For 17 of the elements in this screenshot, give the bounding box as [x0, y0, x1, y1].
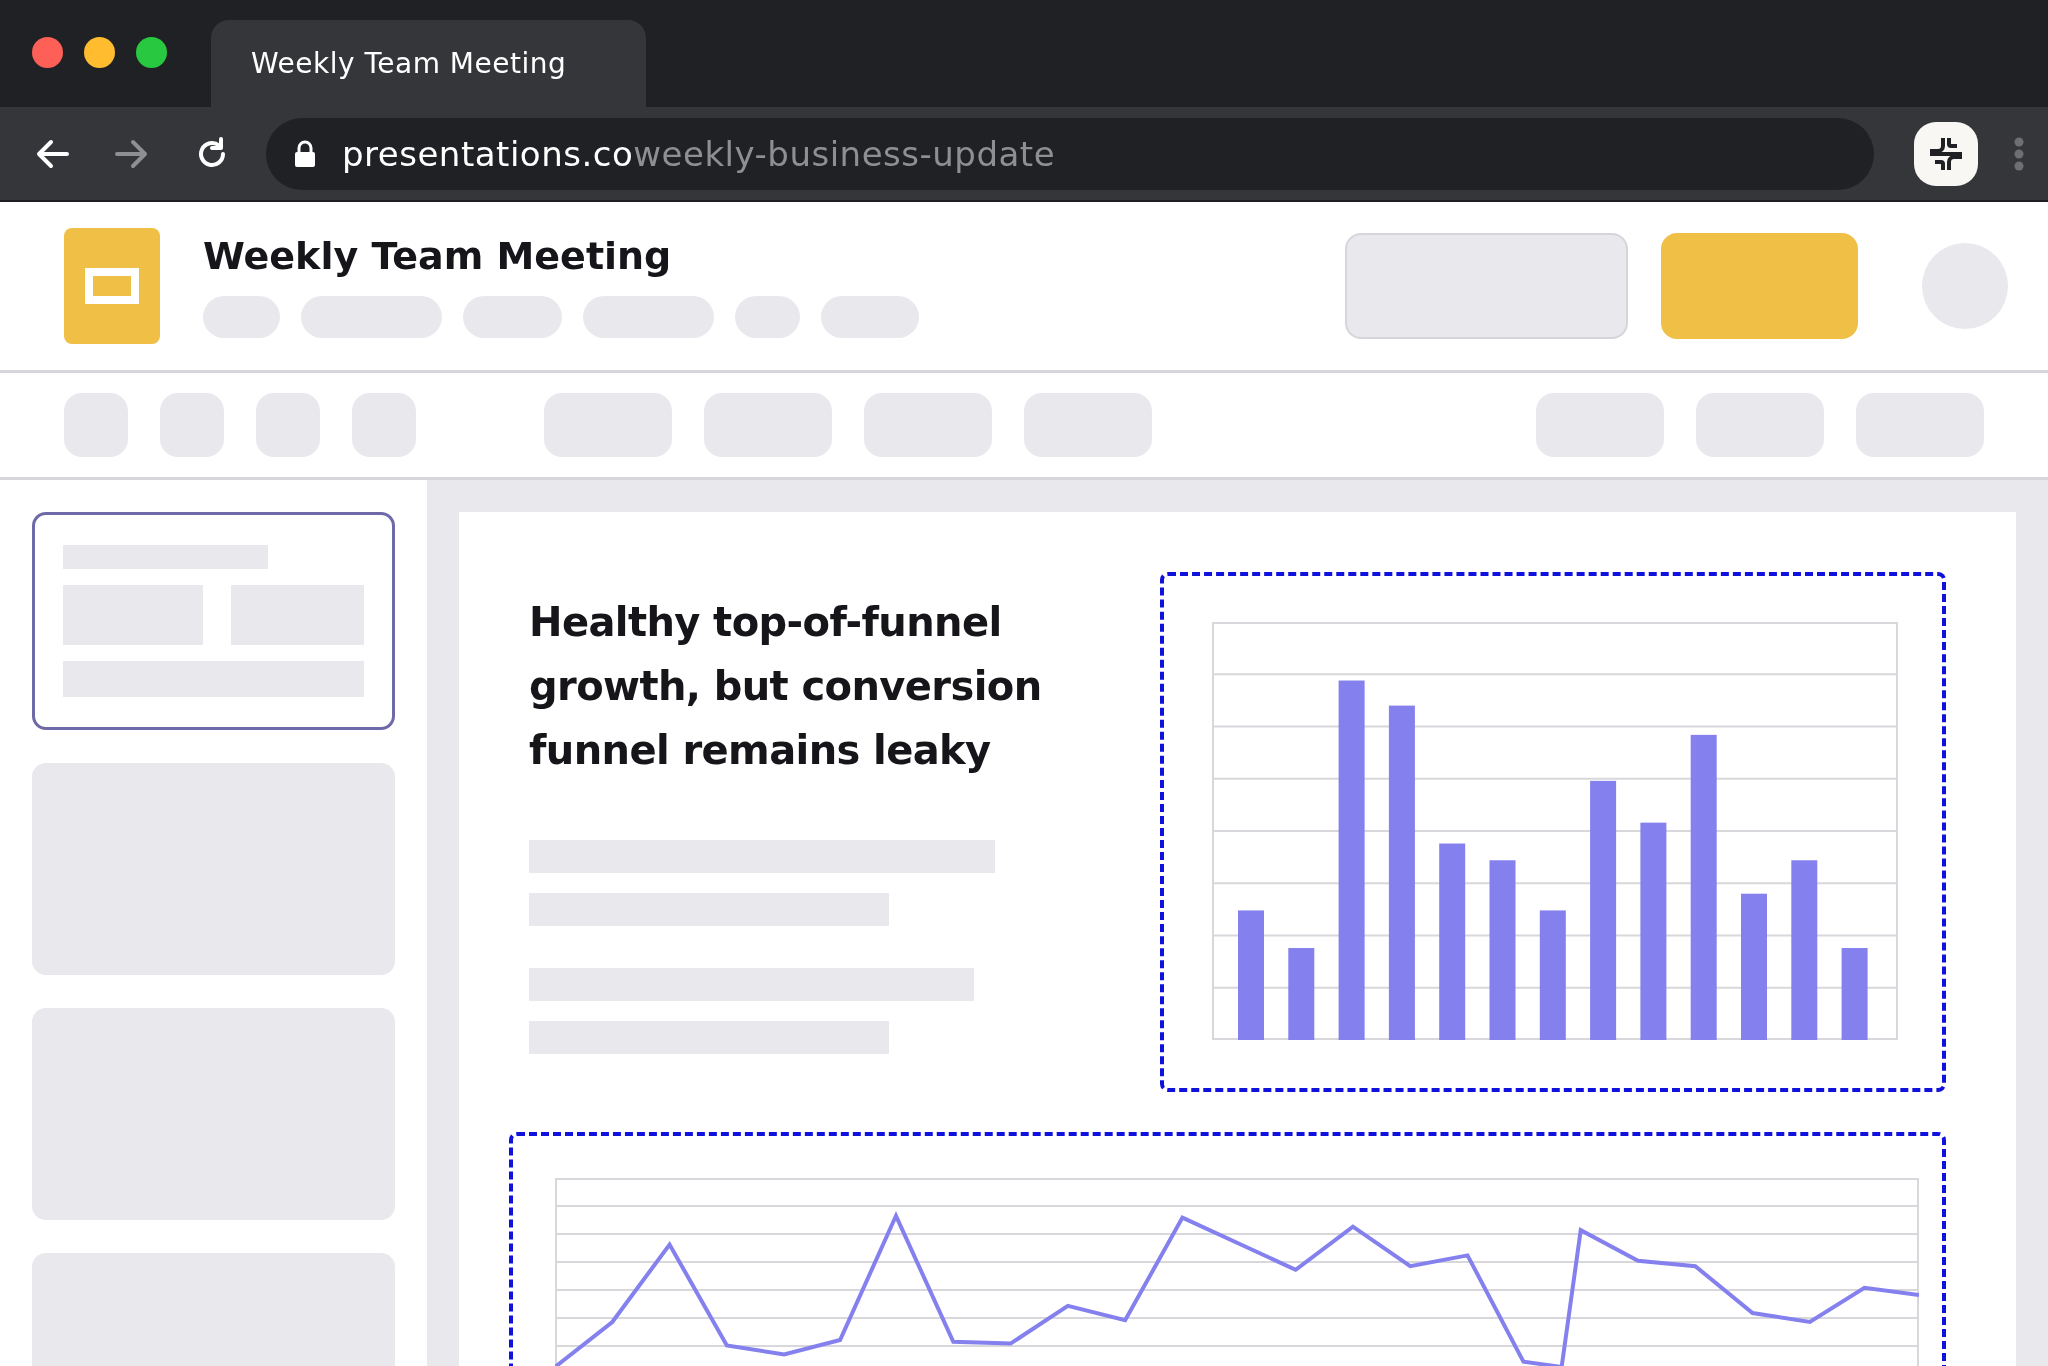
document-title: Weekly Team Meeting — [203, 234, 673, 278]
selection-frame[interactable] — [1160, 572, 1946, 1092]
url-path: weekly-business-update — [633, 133, 1056, 174]
maximize-window-button[interactable] — [136, 37, 167, 68]
primary-button-placeholder[interactable] — [1661, 233, 1858, 339]
more-menu-icon[interactable] — [2014, 136, 2024, 171]
slide-thumbnail[interactable] — [32, 512, 395, 730]
extension-icon[interactable] — [1914, 121, 1978, 186]
browser-tab[interactable]: Weekly Team Meeting — [211, 20, 646, 107]
close-window-button[interactable] — [32, 37, 63, 68]
lock-icon — [294, 139, 316, 168]
slides-app-icon — [64, 228, 160, 344]
url-host: presentations.co — [342, 133, 634, 174]
minimize-window-button[interactable] — [84, 37, 115, 68]
slide-heading: Healthy top-of-funnel growth, but conversion funnel remains leaky — [529, 598, 1043, 775]
address-bar[interactable]: presentations.coweekly-business-update — [266, 117, 1874, 190]
button-placeholder[interactable] — [1345, 233, 1628, 339]
